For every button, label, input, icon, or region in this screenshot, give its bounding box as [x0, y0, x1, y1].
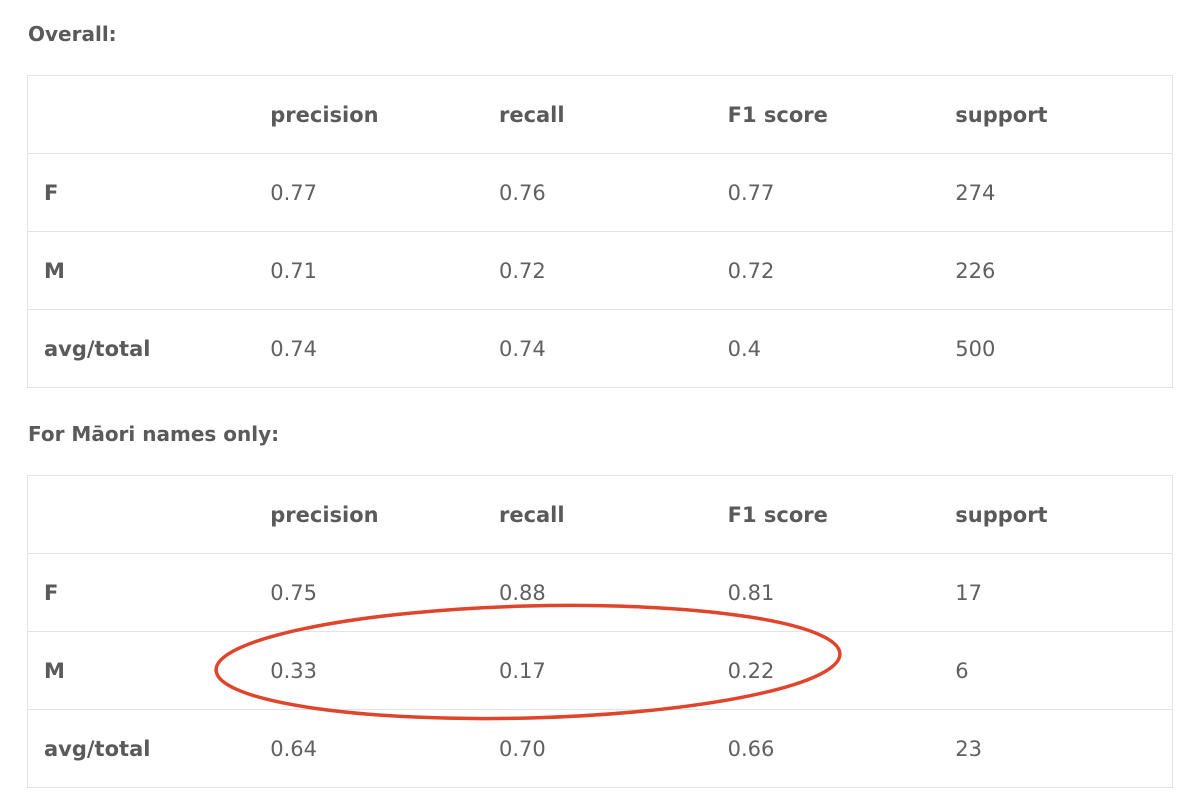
support-cell: 226 [955, 231, 1173, 310]
table-row-m: M 0.33 0.17 0.22 6 [27, 631, 1173, 710]
precision-cell: 0.64 [270, 736, 317, 761]
column-header-precision: precision [270, 75, 499, 154]
column-header-recall: recall [498, 75, 728, 154]
f1-score-cell: 0.66 [727, 736, 775, 761]
recall-cell: 0.70 [498, 736, 546, 761]
recall-cell: 0.88 [498, 553, 728, 632]
precision-cell: 0.75 [270, 553, 499, 632]
table-row-f: F 0.75 0.88 0.81 17 [27, 553, 1173, 632]
overall-metrics-table: precision recall F1 score support F 0.77… [27, 75, 1173, 388]
recall-cell: 0.17 [498, 631, 728, 710]
precision-cell: 0.77 [270, 153, 499, 232]
support-cell: 17 [955, 553, 1173, 632]
recall-cell: 0.74 [498, 336, 546, 361]
table-row-m: M 0.71 0.72 0.72 226 [27, 231, 1173, 310]
column-header-f1-score: F1 score [727, 475, 956, 554]
f1-score-cell: 0.77 [727, 153, 956, 232]
precision-cell: 0.33 [270, 631, 499, 710]
row-label: avg/total [44, 736, 151, 761]
row-label: F [27, 153, 271, 232]
column-header-support: support [955, 75, 1173, 154]
support-cell: 500 [955, 336, 996, 361]
f1-score-cell: 0.22 [727, 631, 956, 710]
recall-cell: 0.72 [498, 231, 728, 310]
row-label: M [27, 631, 271, 710]
support-cell: 23 [955, 736, 982, 761]
section-heading-overall: Overall: [28, 22, 117, 46]
column-header-recall: recall [498, 475, 728, 554]
precision-cell: 0.74 [270, 336, 317, 361]
column-header-empty [27, 475, 271, 554]
section-heading-maori-names: For Māori names only: [28, 422, 280, 446]
table-header-row: precision recall F1 score support [27, 75, 1173, 154]
row-label: F [27, 553, 271, 632]
maori-names-metrics-table: precision recall F1 score support F 0.75… [27, 475, 1173, 788]
column-header-empty [27, 75, 271, 154]
recall-cell: 0.76 [498, 153, 728, 232]
row-label: M [27, 231, 271, 310]
table-row-f: F 0.77 0.76 0.77 274 [27, 153, 1173, 232]
f1-score-cell: 0.4 [727, 336, 762, 361]
column-header-support: support [955, 475, 1173, 554]
f1-score-cell: 0.72 [727, 231, 956, 310]
table-row-avg-total: avg/total 0.74 0.74 0.4 500 [28, 310, 1173, 388]
row-label: avg/total [44, 336, 151, 361]
support-cell: 6 [955, 631, 1173, 710]
support-cell: 274 [955, 153, 1173, 232]
precision-cell: 0.71 [270, 231, 499, 310]
column-header-precision: precision [270, 475, 499, 554]
table-header-row: precision recall F1 score support [27, 475, 1173, 554]
f1-score-cell: 0.81 [727, 553, 956, 632]
column-header-f1-score: F1 score [727, 75, 956, 154]
table-row-avg-total: avg/total 0.64 0.70 0.66 23 [28, 710, 1173, 788]
